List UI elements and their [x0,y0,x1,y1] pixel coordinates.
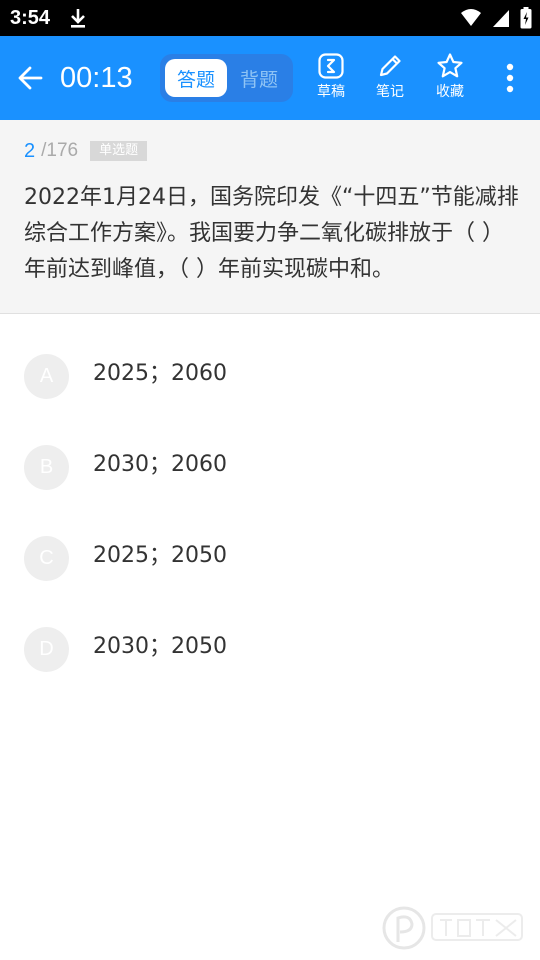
wifi-icon [461,9,481,26]
status-icons [460,6,532,30]
draft-icon [318,53,344,79]
option-letter: A [24,354,69,399]
option-text: 2030；2060 [93,452,227,477]
option-b[interactable]: B 2030；2060 [0,423,540,514]
option-text: 2030；2050 [93,634,227,659]
options-list: A 2025；2060 B 2030；2060 C 2025；2050 D 20… [0,332,540,696]
more-button[interactable] [496,60,524,96]
tab-answer[interactable]: 答题 [165,59,227,97]
battery-icon [520,7,532,29]
watermark-logo [382,906,523,950]
option-letter: B [24,445,69,490]
status-time: 3:54 [10,7,51,29]
elapsed-timer: 00:13 [60,62,133,94]
status-bar: 3:54 [0,0,540,36]
question-type-badge: 单选题 [90,141,148,161]
question-number: 2 [24,139,36,162]
more-vertical-icon [506,63,514,93]
note-button[interactable]: 笔记 [364,52,416,108]
question-text: 2022年1月24日，国务院印发《“十四五”节能减排综合工作方案》。我国要力争二… [24,185,519,282]
option-text: 2025；2060 [93,361,227,386]
favorite-button[interactable]: 收藏 [424,52,476,108]
top-toolbar: 00:13 答题 背题 草稿 笔记 收藏 [0,36,540,120]
pencil-icon [379,55,401,77]
star-icon [437,53,463,78]
option-a[interactable]: A 2025；2060 [0,332,540,423]
draft-button[interactable]: 草稿 [305,52,357,108]
tab-memorize[interactable]: 背题 [228,59,290,97]
option-d[interactable]: D 2030；2050 [0,605,540,696]
back-button[interactable] [10,58,50,98]
option-letter: C [24,536,69,581]
download-icon [71,9,85,28]
question-panel: 2 /176 单选题 2022年1月24日，国务院印发《“十四五”节能减排综合工… [0,120,540,314]
favorite-label: 收藏 [436,84,464,100]
signal-icon [493,10,509,27]
question-total: /176 [41,140,79,161]
option-letter: D [24,627,69,672]
note-label: 笔记 [376,84,404,100]
mode-toggle: 答题 背题 [160,54,293,102]
draft-label: 草稿 [317,84,345,100]
option-text: 2025；2050 [93,543,227,568]
question-meta: 2 /176 单选题 [24,138,148,164]
arrow-left-icon [18,66,43,90]
option-c[interactable]: C 2025；2050 [0,514,540,605]
